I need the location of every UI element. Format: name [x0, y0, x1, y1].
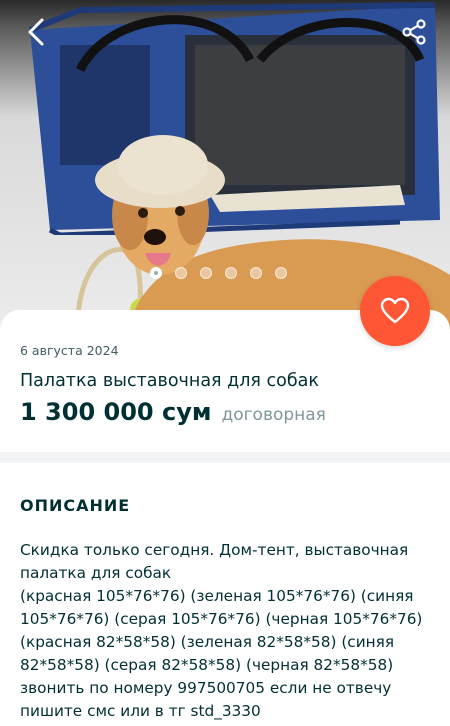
share-button[interactable]: [396, 14, 432, 50]
description-line: звонить по номеру 997500705 если не отве…: [20, 679, 392, 697]
listing-title: Палатка выставочная для собак: [20, 371, 319, 391]
description-section: ОПИСАНИЕ Скидка только сегодня. Дом-тент…: [0, 463, 450, 726]
description-line: (красная 82*58*58) (зеленая 82*58*58) (с…: [20, 633, 395, 651]
chevron-left-icon: [28, 18, 44, 46]
description-line: 82*58*58) (серая 82*58*58) (черная 82*58…: [20, 656, 394, 674]
description-line: (красная 105*76*76) (зеленая 105*76*76) …: [20, 587, 414, 605]
gallery-dot[interactable]: [175, 267, 187, 279]
description-line: Скидка только сегодня. Дом-тент, выставо…: [20, 541, 409, 559]
description-line: пишите смс или в тг std_3330: [20, 702, 261, 720]
price-row: 1 300 000 сум договорная: [20, 398, 326, 426]
gallery-dot[interactable]: [250, 267, 262, 279]
description-heading: ОПИСАНИЕ: [20, 496, 131, 515]
gallery-dot[interactable]: [150, 267, 162, 279]
gallery-dot[interactable]: [275, 267, 287, 279]
negotiable-label: договорная: [221, 405, 326, 425]
heart-icon: [380, 297, 410, 324]
gallery-dot[interactable]: [225, 267, 237, 279]
back-button[interactable]: [18, 14, 54, 50]
description-line: палатка для собак: [20, 564, 172, 582]
listing-price: 1 300 000 сум: [20, 398, 212, 426]
description-line: 105*76*76) (серая 105*76*76) (черная 105…: [20, 610, 423, 628]
listing-date: 6 августа 2024: [20, 343, 119, 358]
favorite-button[interactable]: [360, 276, 430, 346]
description-text: Скидка только сегодня. Дом-тент, выставо…: [20, 539, 435, 723]
gallery-pagination: [150, 267, 287, 279]
share-icon: [402, 19, 426, 45]
gallery-dot[interactable]: [200, 267, 212, 279]
